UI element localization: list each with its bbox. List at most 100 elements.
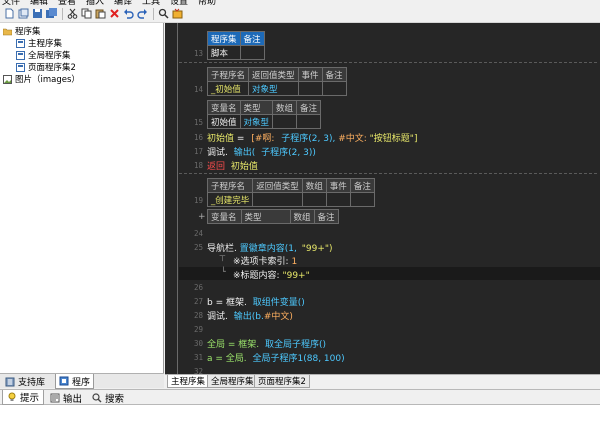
- line-number: 29: [193, 325, 203, 334]
- toolbar-separator: [62, 8, 63, 20]
- code-line-18[interactable]: 返回 初始值: [207, 159, 258, 172]
- gutter-divider: [177, 23, 178, 374]
- code-token: 输出(b.: [233, 312, 264, 322]
- return-type[interactable]: 对象型: [248, 81, 299, 96]
- editor-tabs: 主程序集 全局程序集 页面程序集2: [165, 374, 600, 388]
- tab-hints[interactable]: 提示: [2, 390, 45, 405]
- code-token: 输出(: [233, 148, 256, 158]
- variable-table-2: 变量名 类型 数组 备注: [207, 209, 339, 224]
- redo-icon[interactable]: [137, 8, 148, 19]
- line-number: 18: [193, 161, 203, 170]
- code-token: 全局子程序1(88, 100): [252, 354, 345, 364]
- output-icon: [50, 393, 60, 403]
- code-token: 返回: [207, 162, 226, 172]
- table-header: 备注: [296, 100, 322, 115]
- section-divider: [179, 173, 597, 174]
- tree-item-page-assembly-2[interactable]: 页面程序集2: [16, 61, 76, 73]
- code-token: "按钮标题"]: [369, 134, 418, 144]
- tab-program[interactable]: 程序: [55, 374, 95, 389]
- image-icon: [3, 74, 12, 84]
- expand-icon[interactable]: +: [198, 212, 206, 222]
- code-line-16[interactable]: 初始值 = [#啊: 子程序(2, 3), #中文: "按钮标题"]: [207, 131, 417, 144]
- table-header: 备注: [239, 31, 265, 46]
- build-icon[interactable]: [172, 8, 183, 19]
- code-token: 子程序(2, 3)): [261, 148, 316, 158]
- undo-icon[interactable]: [123, 8, 134, 19]
- table-header: 返回值类型: [252, 178, 303, 193]
- code-token: =: [236, 134, 245, 144]
- code-line-25[interactable]: 导航栏. 置徽章内容(1, "99+"): [207, 241, 333, 254]
- param-line-2[interactable]: ※标题内容: "99+": [233, 268, 310, 281]
- library-icon: [5, 377, 15, 387]
- tree-item-assemblies[interactable]: 程序集: [3, 25, 41, 37]
- line-number: 25: [193, 243, 203, 252]
- code-token: 子程序(2, 3),: [281, 134, 336, 144]
- toolbar: [0, 5, 600, 23]
- code-token: 调试.: [207, 148, 228, 158]
- find-icon[interactable]: [158, 8, 169, 19]
- section-divider: [179, 62, 597, 63]
- assembly-name[interactable]: 脚本: [207, 45, 241, 60]
- tree-item-images[interactable]: 图片（images）: [3, 73, 80, 85]
- code-token: ※选项卡索引:: [233, 257, 289, 267]
- code-token: 初始值: [207, 134, 235, 144]
- table-header: 子程序名: [206, 67, 250, 82]
- line-number: 13: [193, 49, 203, 58]
- line-number: 32: [193, 367, 203, 374]
- tab-search[interactable]: 搜索: [88, 390, 128, 405]
- variable-name[interactable]: 初始值: [207, 114, 241, 129]
- code-token: 导航栏.: [207, 244, 237, 254]
- new-file-icon[interactable]: [4, 8, 15, 19]
- variable-table: 变量名 类型 数组 备注 初始值 对象型: [207, 100, 322, 129]
- save-icon[interactable]: [32, 8, 43, 19]
- subprogram-name[interactable]: _创建完毕: [206, 192, 254, 207]
- tab-page-assembly-2[interactable]: 页面程序集2: [254, 375, 310, 388]
- cut-icon[interactable]: [67, 8, 78, 19]
- tab-support-library[interactable]: 支持库: [2, 374, 48, 389]
- code-line-27[interactable]: b = 框架. 取组件变量(): [207, 295, 305, 308]
- program-icon: [59, 376, 69, 386]
- code-line-17[interactable]: 调试. 输出( 子程序(2, 3)): [207, 145, 316, 158]
- code-line-28[interactable]: 调试. 输出(b.#中文): [207, 309, 293, 322]
- param-line-1[interactable]: ※选项卡索引: 1: [233, 254, 297, 267]
- code-line-30[interactable]: 全局 = 框架. 取全局子程序(): [207, 337, 326, 350]
- tree-item-main-assembly[interactable]: 主程序集: [16, 37, 62, 49]
- lightbulb-icon: [7, 392, 17, 402]
- assembly-table: 程序集 备注 脚本: [207, 31, 265, 60]
- left-panel-tabs: 支持库 程序: [0, 373, 164, 389]
- output-panel: [0, 405, 600, 429]
- tab-global-assembly[interactable]: 全局程序集: [207, 375, 258, 388]
- delete-icon[interactable]: [109, 8, 120, 19]
- code-token: ※标题内容:: [233, 271, 280, 281]
- code-line-31[interactable]: a = 全局. 全局子程序1(88, 100): [207, 351, 345, 364]
- toolbar-separator: [153, 8, 154, 20]
- code-token: "99+": [282, 271, 310, 281]
- tab-output[interactable]: 输出: [46, 390, 86, 405]
- tree-item-label: 全局程序集: [28, 51, 71, 61]
- module-icon: [16, 38, 25, 48]
- line-number: 19: [193, 196, 203, 205]
- code-token: #中文:: [338, 134, 367, 144]
- table-header: 备注: [321, 67, 347, 82]
- table-header: 数组: [301, 178, 327, 193]
- table-header: 子程序名: [206, 178, 254, 193]
- code-token: #中文): [263, 312, 293, 322]
- tree-item-global-assembly[interactable]: 全局程序集: [16, 49, 71, 61]
- paste-icon[interactable]: [95, 8, 106, 19]
- table-header: 数组: [272, 100, 298, 115]
- code-editor[interactable]: 程序集 备注 脚本 13 子程序名 返回值类型 事件 备注 _初始值 对象型 14 变量名…: [165, 23, 600, 374]
- code-token: a = 全局.: [207, 354, 247, 364]
- tree-item-label: 程序集: [15, 27, 41, 37]
- line-number: 24: [193, 229, 203, 238]
- tree-connector: └: [221, 267, 226, 276]
- table-header: 变量名: [207, 100, 241, 115]
- tree-item-label: 图片（images）: [15, 75, 80, 85]
- variable-type[interactable]: 对象型: [239, 114, 274, 129]
- subprogram-name[interactable]: _初始值: [206, 81, 250, 96]
- table-header: 返回值类型: [248, 67, 299, 82]
- new-project-icon[interactable]: [18, 8, 29, 19]
- save-all-icon[interactable]: [46, 8, 57, 19]
- code-token: 调试.: [207, 312, 228, 322]
- tab-main-assembly[interactable]: 主程序集: [167, 375, 210, 388]
- copy-icon[interactable]: [81, 8, 92, 19]
